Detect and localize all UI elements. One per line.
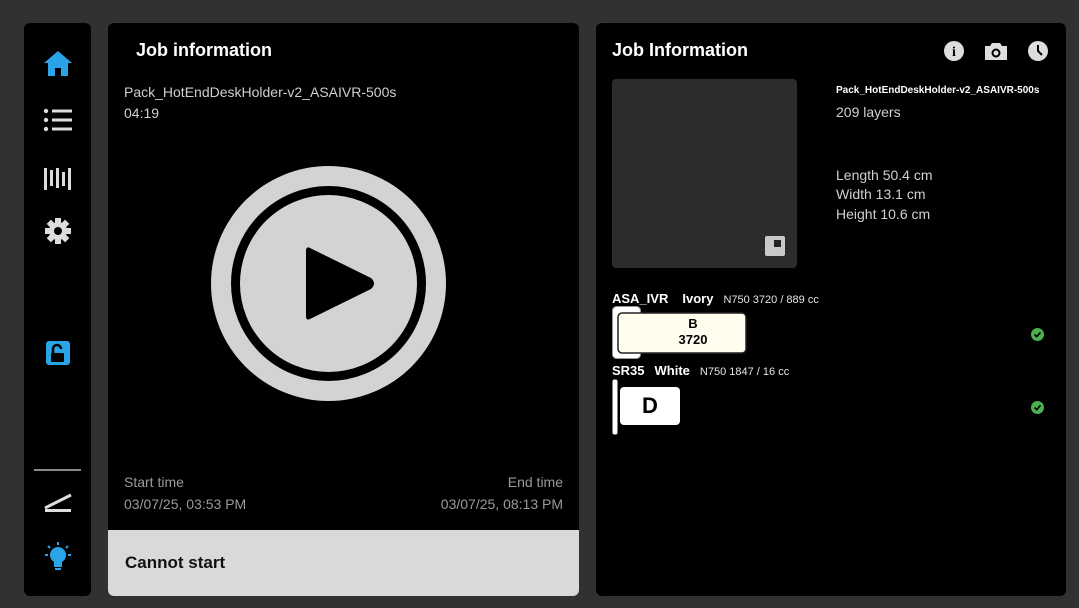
preview-toggle-icon[interactable] [765,236,785,256]
bed-level-icon[interactable] [24,491,91,513]
play-button[interactable] [211,166,446,401]
model-width: Width 13.1 cm [836,186,926,202]
job-duration: 04:19 [124,105,160,121]
panel-title: Job Information [612,40,748,60]
list-icon[interactable] [24,108,91,132]
job-panel: Job information Pack_HotEndDeskHolder-v2… [108,23,579,596]
spool-code: 3720 [678,332,708,347]
sidebar-divider [34,469,81,471]
start-time-value: 03/07/25, 03:53 PM [124,496,247,512]
svg-text:i: i [952,45,956,60]
model-height: Height 10.6 cm [836,206,931,222]
unlock-icon[interactable] [24,339,91,367]
gear-icon[interactable] [24,217,91,245]
material-row-2: SR35 White N750 1847 / 16 cc [612,363,789,378]
layer-count: 209 layers [836,104,901,120]
material-name: ASA_IVR [612,291,669,306]
material-spool-2[interactable]: D [612,379,682,435]
info-icon[interactable]: i [942,39,966,63]
check-icon [1031,401,1044,414]
history-icon[interactable] [1026,39,1050,63]
job-name: Pack_HotEndDeskHolder-v2_ASAIVR-500s [124,84,397,100]
material-name: SR35 [612,363,645,378]
job-name: Pack_HotEndDeskHolder-v2_ASAIVR-500s [836,85,1040,96]
check-icon [1031,328,1044,341]
job-info-panel: Job Information i Pack_HotEndDeskHolder-… [596,23,1066,596]
model-thumbnail [612,79,797,268]
slot-letter: B [688,316,698,331]
material-spool-1[interactable]: B 3720 [612,306,749,359]
material-detail: N750 1847 / 16 cc [699,366,790,378]
lightbulb-icon[interactable] [24,541,91,575]
end-time-label: End time [507,474,563,490]
material-color: Ivory [682,291,714,306]
slot-letter: D [642,393,658,418]
home-icon[interactable] [24,49,91,77]
camera-icon[interactable] [984,39,1008,63]
model-length: Length 50.4 cm [836,167,933,183]
cannot-start-label: Cannot start [125,553,226,572]
panel-title: Job information [136,40,272,60]
cannot-start-button[interactable]: Cannot start [108,530,579,596]
start-time-label: Start time [124,474,184,490]
header-icons: i [942,39,1050,63]
material-color: White [654,363,690,378]
end-time-value: 03/07/25, 08:13 PM [440,496,563,512]
materials-icon[interactable] [24,164,91,192]
material-row-1: ASA_IVR Ivory N750 3720 / 889 cc [612,291,819,306]
sidebar [24,23,91,596]
play-icon [211,166,446,401]
material-detail: N750 3720 / 889 cc [723,294,819,306]
